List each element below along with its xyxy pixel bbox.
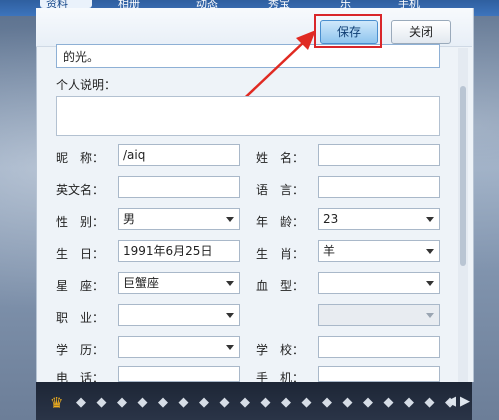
tab-music[interactable]: 乐 xyxy=(340,0,380,8)
personal-note-textarea[interactable] xyxy=(56,96,440,136)
gem-icon[interactable]: ◆ xyxy=(300,396,314,410)
gender-select[interactable]: 男 xyxy=(118,208,240,230)
gem-icon[interactable]: ◆ xyxy=(259,396,273,410)
gem-icon[interactable]: ◆ xyxy=(382,396,396,410)
gem-icon[interactable]: ◆ xyxy=(218,396,232,410)
scrollbar-thumb[interactable] xyxy=(460,86,466,266)
english-name-input[interactable] xyxy=(118,176,240,198)
birthday-label: 生 日： xyxy=(56,247,105,261)
gem-icon[interactable]: ◆ xyxy=(156,396,170,410)
school-input[interactable] xyxy=(318,336,440,358)
birthday-input[interactable]: 1991年6月25日 xyxy=(118,240,240,262)
gem-icon[interactable]: ◆ xyxy=(341,396,355,410)
nickname-label: 昵 称： xyxy=(56,151,105,165)
crown-icon[interactable]: ♛ xyxy=(50,394,68,412)
chevron-right-icon[interactable]: ▶ xyxy=(460,394,470,409)
tab-profile[interactable]: 资料 xyxy=(40,0,92,8)
name-label: 姓 名： xyxy=(256,151,305,165)
age-select[interactable]: 23 xyxy=(318,208,440,230)
signature-textarea[interactable]: 的光。 xyxy=(56,44,440,68)
tab-feed[interactable]: 动态 xyxy=(196,0,246,8)
language-label: 语 言： xyxy=(256,183,305,197)
zodiac-select[interactable]: 羊 xyxy=(318,240,440,262)
english-name-label: 英文名： xyxy=(56,183,105,197)
age-label: 年 龄： xyxy=(256,215,305,229)
phone-input[interactable] xyxy=(118,366,240,382)
mobile-input[interactable] xyxy=(318,366,440,382)
gem-icon[interactable]: ◆ xyxy=(197,396,211,410)
gem-icon[interactable]: ◆ xyxy=(74,396,88,410)
name-input[interactable] xyxy=(318,144,440,166)
tab-show[interactable]: 秀宝 xyxy=(268,0,318,8)
occupation-detail-select xyxy=(318,304,440,326)
nickname-input[interactable]: /aiq xyxy=(118,144,240,166)
close-button[interactable]: 关闭 xyxy=(391,20,451,44)
gem-icon[interactable]: ◆ xyxy=(95,396,109,410)
education-label: 学 历： xyxy=(56,343,105,357)
save-button-highlight xyxy=(314,14,382,48)
gender-label: 性 别： xyxy=(56,215,105,229)
education-select[interactable] xyxy=(118,336,240,358)
school-label: 学 校： xyxy=(256,343,305,357)
blood-type-select[interactable] xyxy=(318,272,440,294)
gem-icon[interactable]: ◆ xyxy=(238,396,252,410)
occupation-select[interactable] xyxy=(118,304,240,326)
tab-album[interactable]: 相册 xyxy=(118,0,168,8)
star-sign-label: 星 座： xyxy=(56,279,105,293)
gem-icon[interactable]: ◆ xyxy=(361,396,375,410)
gem-icon[interactable]: ◆ xyxy=(279,396,293,410)
zodiac-label: 生 肖： xyxy=(256,247,305,261)
gem-icon[interactable]: ◆ xyxy=(177,396,191,410)
occupation-label: 职 业： xyxy=(56,311,105,325)
chevron-left-icon[interactable]: ◀ xyxy=(446,394,456,409)
blood-type-label: 血 型： xyxy=(256,279,305,293)
language-input[interactable] xyxy=(318,176,440,198)
star-sign-select[interactable]: 巨蟹座 xyxy=(118,272,240,294)
gem-icon[interactable]: ◆ xyxy=(115,396,129,410)
gem-icon[interactable]: ◆ xyxy=(136,396,150,410)
tab-mobile[interactable]: 手机 xyxy=(398,0,448,8)
gem-icon[interactable]: ◆ xyxy=(320,396,334,410)
personal-note-label: 个人说明： xyxy=(56,78,117,92)
gem-icon[interactable]: ◆ xyxy=(423,396,437,410)
gem-icon[interactable]: ◆ xyxy=(402,396,416,410)
